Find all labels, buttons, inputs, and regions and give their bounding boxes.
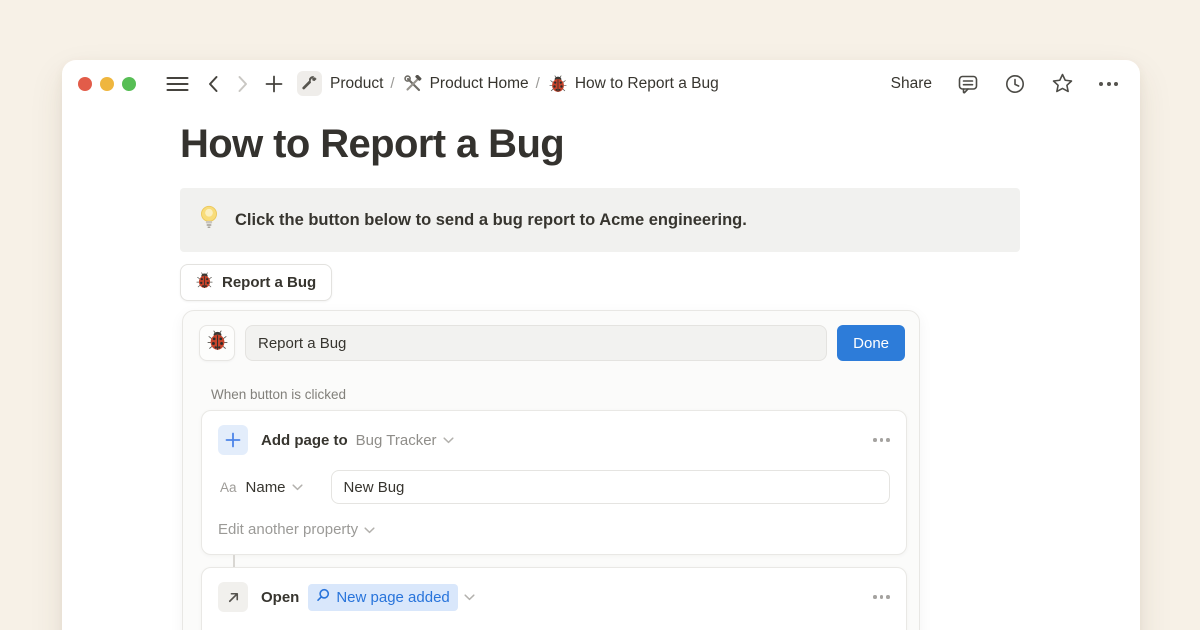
forward-icon[interactable]: [237, 75, 249, 93]
share-button[interactable]: Share: [891, 75, 932, 93]
step-more-icon[interactable]: [873, 595, 890, 599]
chevron-down-icon[interactable]: [292, 484, 303, 491]
breadcrumb-current-page[interactable]: How to Report a Bug: [575, 75, 719, 93]
comment-icon[interactable]: [957, 73, 979, 95]
clock-icon[interactable]: [1004, 73, 1026, 95]
add-page-to-label: Add page to: [261, 432, 348, 449]
breadcrumb-product-home[interactable]: Product Home: [430, 75, 529, 93]
ladybug-icon: [207, 330, 228, 356]
text-property-icon: Aa: [220, 480, 237, 495]
app-window: Product / Product Home /: [62, 60, 1140, 630]
trigger-label: When button is clicked: [211, 387, 905, 402]
traffic-close-button[interactable]: [78, 77, 92, 91]
callout-block: Click the button below to send a bug rep…: [180, 188, 1020, 252]
lightbulb-icon: [198, 204, 220, 236]
page-content: How to Report a Bug Click the button bel…: [62, 122, 1140, 630]
report-a-bug-button-label: Report a Bug: [222, 274, 316, 291]
button-name-input[interactable]: [245, 325, 827, 361]
breadcrumb-separator: /: [536, 75, 540, 92]
star-icon[interactable]: [1051, 72, 1074, 95]
search-icon: [316, 588, 330, 607]
report-a-bug-button[interactable]: Report a Bug: [180, 264, 332, 301]
breadcrumb-product[interactable]: Product: [330, 75, 383, 93]
config-header: Done: [199, 325, 905, 361]
ladybug-icon: [549, 75, 567, 93]
new-page-added-chip[interactable]: New page added: [308, 584, 457, 611]
traffic-zoom-button[interactable]: [122, 77, 136, 91]
property-value-input[interactable]: [331, 470, 890, 504]
edit-another-property-label: Edit another property: [218, 521, 358, 538]
toolbar: Product / Product Home /: [62, 60, 1140, 107]
done-button[interactable]: Done: [837, 325, 905, 361]
step-open-page-card: Open New page added: [201, 567, 907, 630]
plus-icon: [218, 425, 248, 455]
property-name-select[interactable]: Name: [246, 479, 286, 496]
step-add-page-card: Add page to Bug Tracker Aa Name: [201, 410, 907, 555]
step-connector: [233, 555, 235, 567]
chevron-down-icon[interactable]: [443, 437, 454, 444]
ladybug-icon: [196, 272, 213, 293]
callout-text: Click the button below to send a bug rep…: [235, 211, 747, 230]
breadcrumb-separator: /: [390, 75, 394, 92]
button-config-panel: Done When button is clicked Add page to …: [182, 310, 920, 630]
database-select[interactable]: Bug Tracker: [356, 432, 437, 449]
open-label: Open: [261, 589, 299, 606]
edit-another-property-button[interactable]: Edit another property: [218, 521, 890, 538]
more-icon[interactable]: [1099, 82, 1118, 86]
chevron-down-icon: [364, 521, 375, 538]
chevron-down-icon[interactable]: [464, 594, 475, 601]
arrow-up-right-icon: [218, 582, 248, 612]
menu-icon[interactable]: [166, 76, 189, 92]
button-icon-picker[interactable]: [199, 325, 235, 361]
step-more-icon[interactable]: [873, 438, 890, 442]
hammer-wrench-icon: [404, 75, 422, 93]
new-page-added-chip-label: New page added: [336, 589, 449, 606]
back-icon[interactable]: [207, 75, 219, 93]
wrench-icon[interactable]: [297, 71, 322, 96]
new-page-icon[interactable]: [265, 75, 283, 93]
page-title: How to Report a Bug: [180, 122, 1140, 167]
traffic-minimize-button[interactable]: [100, 77, 114, 91]
